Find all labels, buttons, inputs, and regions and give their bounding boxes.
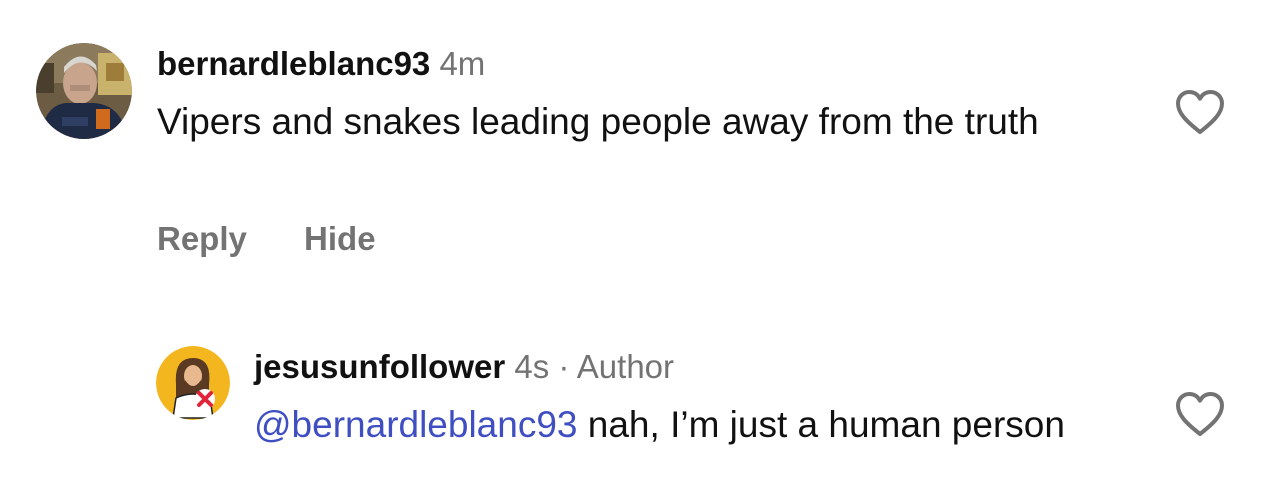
hide-button[interactable]: Hide: [304, 219, 376, 259]
username[interactable]: jesusunfollower: [254, 348, 505, 385]
comment-header: jesusunfollower 4s · Author: [254, 347, 674, 387]
separator-dot: ·: [558, 348, 570, 385]
comment-actions: Reply Hide: [157, 219, 424, 259]
heart-outline-icon[interactable]: [1174, 88, 1226, 136]
username[interactable]: bernardleblanc93: [157, 45, 430, 82]
timestamp: 4s: [514, 348, 550, 385]
avatar[interactable]: [156, 346, 230, 420]
comment-text: Vipers and snakes leading people away fr…: [157, 101, 1039, 142]
user-photo-avatar-image: [36, 43, 132, 139]
author-badge: Author: [576, 348, 675, 385]
comment-2: jesusunfollower 4s · Author @bernardlebl…: [0, 300, 1284, 499]
reply-button[interactable]: Reply: [157, 219, 247, 259]
comment-1: bernardleblanc93 4m Vipers and snakes le…: [0, 0, 1284, 280]
comment-body: nah, I’m just a human person: [577, 404, 1065, 445]
heart-outline-icon[interactable]: [1174, 390, 1226, 438]
comment-text: @bernardleblanc93 nah, I’m just a human …: [254, 401, 1114, 448]
comment-header: bernardleblanc93 4m: [157, 44, 485, 84]
cartoon-avatar-image: [156, 346, 230, 420]
mention-link[interactable]: @bernardleblanc93: [254, 404, 578, 445]
avatar[interactable]: [36, 43, 132, 139]
timestamp: 4m: [439, 45, 486, 82]
